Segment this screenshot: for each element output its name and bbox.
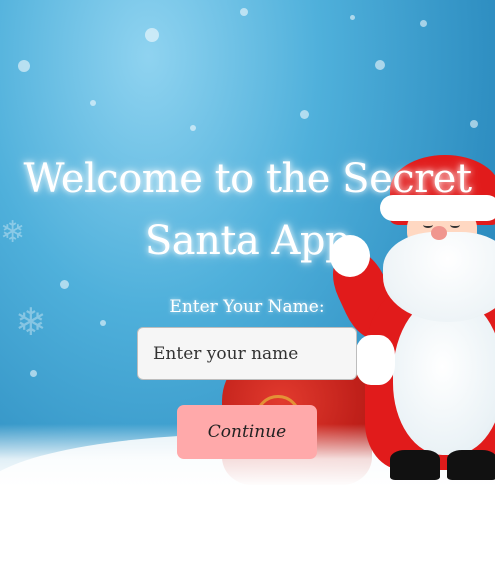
continue-button[interactable]: Continue bbox=[177, 405, 317, 459]
snow-bokeh bbox=[190, 125, 196, 131]
santa-cuff bbox=[355, 335, 395, 385]
santa-boot bbox=[390, 450, 440, 480]
snow-bokeh bbox=[375, 60, 385, 70]
snow-bokeh bbox=[470, 120, 478, 128]
santa-boot bbox=[447, 450, 495, 480]
page-title: Welcome to the Secret Santa App bbox=[23, 156, 472, 264]
snow-bokeh bbox=[30, 370, 37, 377]
welcome-screen: ❄ ❄ Welcome to the Secret Santa App Ente… bbox=[0, 0, 495, 564]
snow-bokeh bbox=[100, 320, 106, 326]
name-label: Enter Your Name: bbox=[169, 297, 325, 317]
snow-bokeh bbox=[145, 28, 159, 42]
snow-bokeh bbox=[60, 280, 69, 289]
snow-bokeh bbox=[18, 60, 30, 72]
snowflake-icon: ❄ bbox=[15, 300, 47, 344]
snow-bokeh bbox=[240, 8, 248, 16]
snow-bokeh bbox=[300, 110, 309, 119]
snow-bokeh bbox=[90, 100, 96, 106]
name-input[interactable] bbox=[137, 327, 357, 380]
snow-bokeh bbox=[420, 20, 427, 27]
snow-bokeh bbox=[350, 15, 355, 20]
